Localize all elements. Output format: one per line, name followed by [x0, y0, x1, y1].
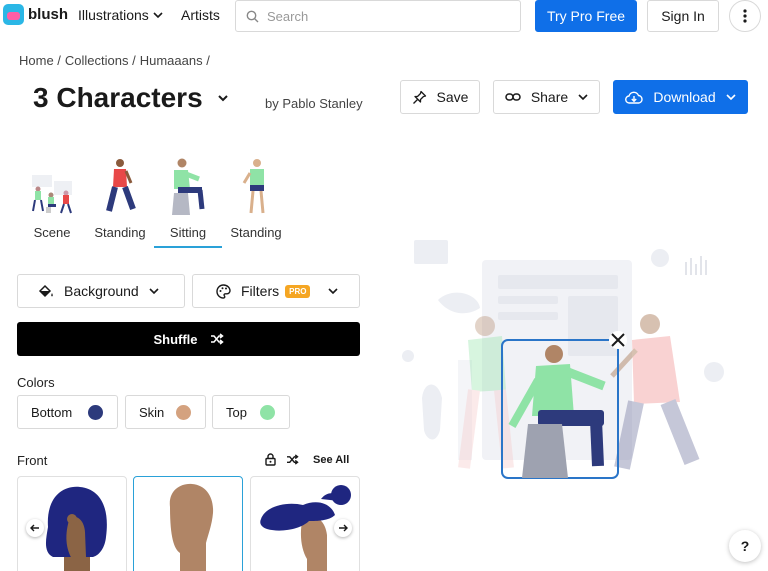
try-pro-button[interactable]: Try Pro Free [535, 0, 637, 32]
breadcrumb-collections[interactable]: Collections / [65, 53, 136, 68]
download-label: Download [653, 89, 716, 105]
share-label: Share [530, 89, 569, 105]
front-heading: Front [17, 453, 48, 468]
nav-artists-label: Artists [181, 7, 220, 23]
more-vertical-icon [743, 9, 747, 23]
standing-thumbnail [90, 155, 150, 215]
pin-icon [412, 90, 426, 104]
color-skin[interactable]: Skin [125, 395, 206, 429]
breadcrumb: Home / Collections / Humaaans / [19, 53, 210, 68]
pose-label-scene: Scene [33, 225, 71, 240]
pose-tabs: Scene Standing Sitting Standing [18, 155, 290, 248]
arrow-right-icon [339, 524, 348, 532]
color-skin-swatch [176, 404, 191, 420]
chevron-down-icon [149, 288, 159, 295]
search-icon [246, 10, 259, 22]
chevron-down-icon [578, 94, 588, 101]
pose-label-standing-2: Standing [230, 225, 282, 240]
color-top-swatch [260, 404, 275, 420]
shuffle-icon[interactable] [286, 454, 299, 465]
save-label: Save [436, 89, 469, 105]
shuffle-icon [210, 333, 224, 345]
color-skin-label: Skin [139, 404, 165, 420]
front-option-card-selected[interactable] [133, 476, 243, 571]
color-bottom[interactable]: Bottom [17, 395, 118, 429]
chevron-down-icon [328, 288, 339, 295]
color-top-label: Top [226, 404, 247, 420]
logo-text: blush [28, 6, 68, 23]
blush-logo[interactable]: blush [3, 4, 68, 25]
color-top[interactable]: Top [212, 395, 290, 429]
sign-in-button[interactable]: Sign In [647, 0, 719, 32]
pose-tab-standing-2[interactable]: Standing [222, 155, 290, 248]
color-bottom-label: Bottom [31, 404, 73, 420]
close-selection-icon[interactable] [609, 331, 627, 349]
download-button[interactable]: Download [613, 80, 748, 114]
colors-heading: Colors [17, 375, 55, 390]
shuffle-button[interactable]: Shuffle [17, 322, 360, 356]
nav-illustrations-label: Illustrations [78, 7, 149, 23]
breadcrumb-home[interactable]: Home / [19, 53, 61, 68]
pose-tab-sitting[interactable]: Sitting [154, 155, 222, 248]
save-button[interactable]: Save [400, 80, 480, 114]
nav-illustrations[interactable]: Illustrations [78, 7, 163, 23]
link-icon [505, 93, 521, 101]
pose-label-sitting: Sitting [154, 225, 222, 248]
shuffle-label: Shuffle [153, 331, 198, 347]
filters-dropdown[interactable]: Filters PRO [192, 274, 360, 308]
page-title[interactable]: 3 Characters [33, 82, 229, 114]
scene-thumbnail [22, 155, 82, 215]
pose-tab-standing-1[interactable]: Standing [86, 155, 154, 248]
front-option-card[interactable] [250, 476, 360, 571]
breadcrumb-humaaans[interactable]: Humaaans / [140, 53, 210, 68]
front-tools: See All [265, 453, 349, 466]
background-dropdown[interactable]: Background [17, 274, 185, 308]
search-bar[interactable] [235, 0, 521, 32]
pro-badge: PRO [285, 284, 311, 298]
help-button[interactable]: ? [729, 530, 761, 562]
illustration-preview [402, 240, 724, 479]
arrow-left-icon [30, 524, 39, 532]
paint-bucket-icon [38, 284, 53, 297]
chevron-down-icon [726, 94, 736, 101]
blush-logo-mark [3, 4, 24, 25]
filters-label: Filters [241, 283, 280, 299]
more-menu-button[interactable] [729, 0, 761, 32]
front-option-card[interactable] [17, 476, 127, 571]
chevron-down-icon [153, 12, 163, 19]
palette-icon [216, 283, 231, 299]
see-all-link[interactable]: See All [313, 454, 349, 466]
background-label: Background [64, 283, 139, 299]
cloud-download-icon [625, 91, 644, 104]
sitting-thumbnail [158, 155, 218, 215]
nav-artists[interactable]: Artists [181, 7, 220, 23]
lock-icon[interactable] [265, 453, 276, 466]
share-button[interactable]: Share [493, 80, 600, 114]
next-arrow-button[interactable] [334, 519, 352, 537]
page-title-text: 3 Characters [33, 82, 203, 113]
search-input[interactable] [267, 8, 507, 24]
top-navigation: blush Illustrations Artists Try Pro Free… [0, 0, 768, 32]
color-bottom-swatch [88, 404, 103, 420]
chevron-down-icon [217, 95, 228, 102]
standing-thumbnail [226, 155, 286, 215]
author-credit[interactable]: by Pablo Stanley [265, 96, 363, 111]
previous-arrow-button[interactable] [26, 519, 44, 537]
pose-tab-scene[interactable]: Scene [18, 155, 86, 248]
pose-label-standing-1: Standing [94, 225, 146, 240]
bald-head-thumbnail [169, 483, 214, 571]
